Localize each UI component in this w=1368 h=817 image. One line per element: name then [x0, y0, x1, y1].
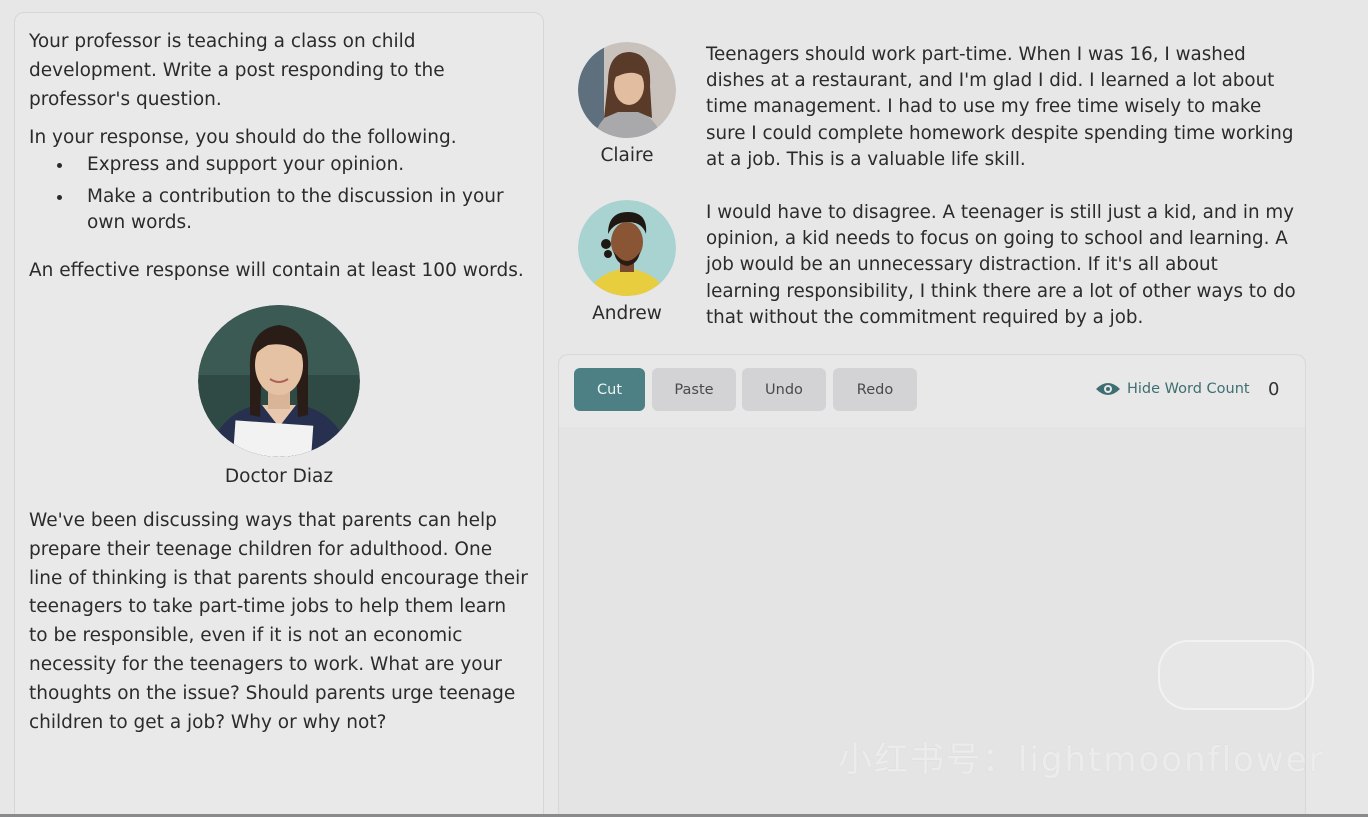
hide-word-count-label: Hide Word Count: [1127, 381, 1250, 397]
post-text: Teenagers should work part-time. When I …: [706, 44, 1294, 170]
paste-button[interactable]: Paste: [652, 368, 736, 411]
prompt-panel: Your professor is teaching a class on ch…: [14, 12, 544, 817]
editor-toolbar: Cut Paste Undo Redo Hide Word Count 0: [559, 355, 1305, 427]
discussion-post: Andrew I would have to disagree. A teena…: [578, 200, 1318, 331]
post-author-name: Claire: [600, 145, 654, 166]
redo-button[interactable]: Redo: [833, 368, 917, 411]
professor-question: We've been discussing ways that parents …: [29, 510, 528, 733]
discussion-post: Claire Teenagers should work part-time. …: [578, 42, 1318, 173]
requirements-list: Express and support your opinion. Make a…: [29, 152, 529, 236]
professor-block: Doctor Diaz: [29, 305, 529, 489]
requirement-item: Express and support your opinion.: [53, 152, 529, 178]
watermark-text: 小红书号：lightmoonflower: [838, 740, 1325, 780]
cut-button[interactable]: Cut: [574, 368, 645, 411]
post-author-name: Andrew: [592, 303, 662, 324]
word-requirement: An effective response will contain at le…: [29, 260, 524, 281]
student-avatar: [578, 42, 676, 138]
prompt-intro: Your professor is teaching a class on ch…: [29, 31, 445, 110]
requirement-item: Make a contribution to the discussion in…: [53, 184, 529, 236]
word-count-value: 0: [1268, 379, 1280, 400]
post-author: Claire: [578, 42, 676, 173]
student-avatar: [578, 200, 676, 296]
page: Your professor is teaching a class on ch…: [0, 0, 1368, 817]
undo-button[interactable]: Undo: [742, 368, 826, 411]
watermark-logo: [1158, 640, 1314, 710]
hide-word-count-toggle[interactable]: Hide Word Count: [1095, 381, 1250, 397]
professor-avatar: [198, 305, 360, 457]
instructions-heading: In your response, you should do the foll…: [29, 127, 457, 148]
eye-icon: [1096, 383, 1120, 395]
professor-name: Doctor Diaz: [224, 466, 334, 487]
post-author: Andrew: [578, 200, 676, 331]
post-text: I would have to disagree. A teenager is …: [706, 202, 1296, 328]
